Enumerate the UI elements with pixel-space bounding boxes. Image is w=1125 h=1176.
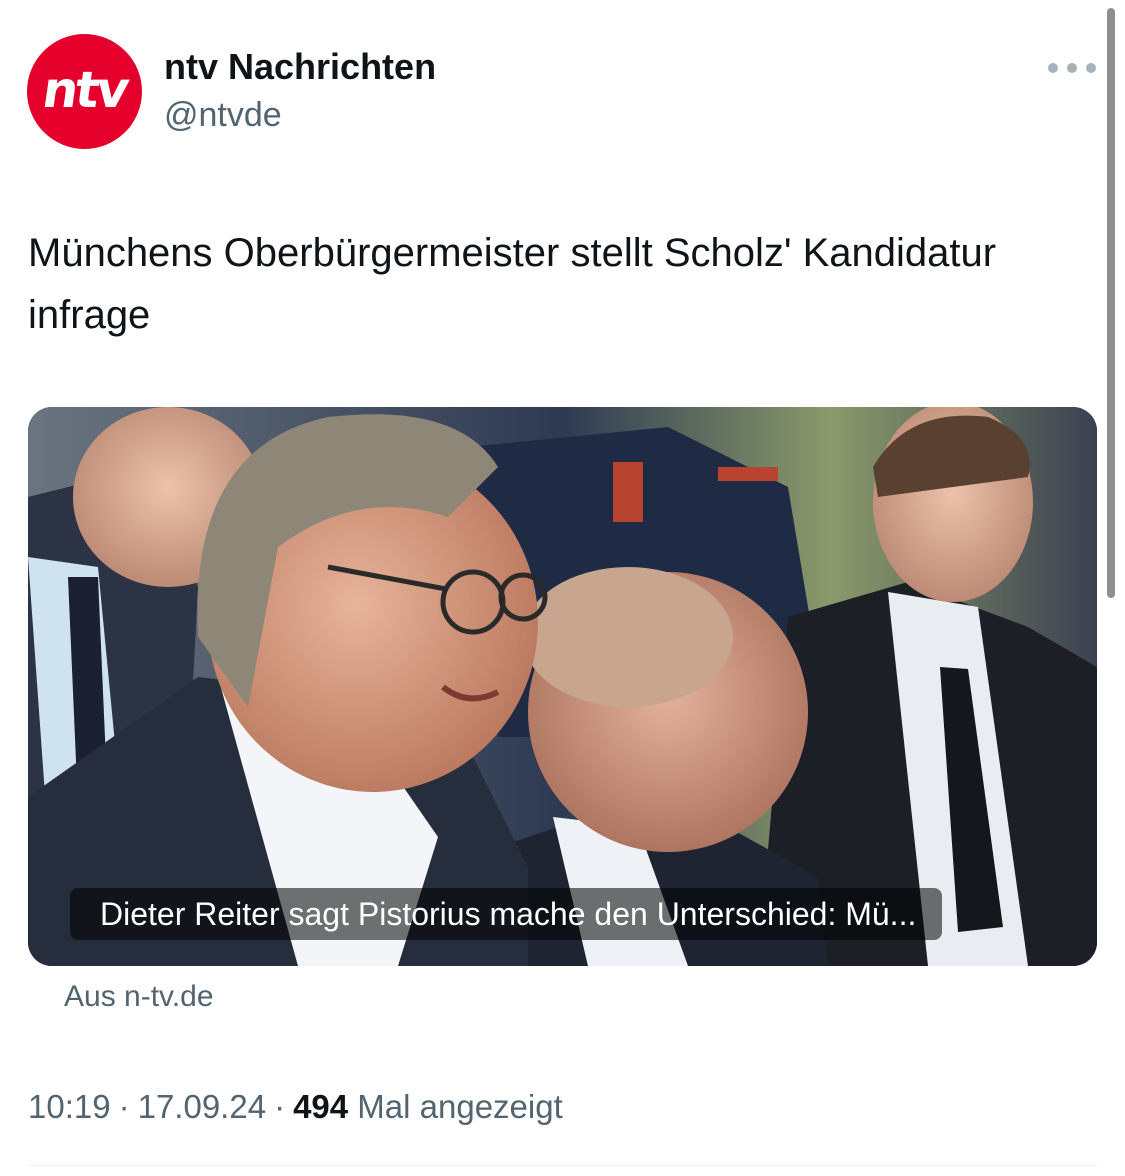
avatar[interactable]: ntv [27, 34, 142, 149]
link-card[interactable]: Dieter Reiter sagt Pistorius mache den U… [28, 407, 1097, 966]
view-count: 494 [293, 1088, 349, 1125]
card-caption: Dieter Reiter sagt Pistorius mache den U… [70, 888, 943, 940]
author-handle[interactable]: @ntvde [164, 96, 282, 135]
ntv-logo: ntv [38, 60, 131, 119]
separator-dot: · [118, 1088, 130, 1125]
author-display-name[interactable]: ntv Nachrichten [164, 46, 436, 88]
tweet-meta: 10:19 · 17.09.24 · 494 Mal angezeigt [28, 1088, 563, 1126]
news-photo [28, 407, 1097, 966]
tweet-text: Münchens Oberbürgermeister stellt Scholz… [28, 231, 997, 337]
card-source-link[interactable]: Aus n-tv.de [64, 980, 214, 1014]
tweet-time[interactable]: 10:19 [28, 1088, 111, 1125]
divider [28, 1165, 1097, 1166]
tweet-date[interactable]: 17.09.24 [138, 1088, 266, 1125]
scrollbar[interactable] [1107, 8, 1115, 598]
separator-dot: · [274, 1088, 286, 1125]
views-label: Mal angezeigt [357, 1088, 563, 1125]
more-horizontal-icon[interactable] [1048, 56, 1096, 80]
